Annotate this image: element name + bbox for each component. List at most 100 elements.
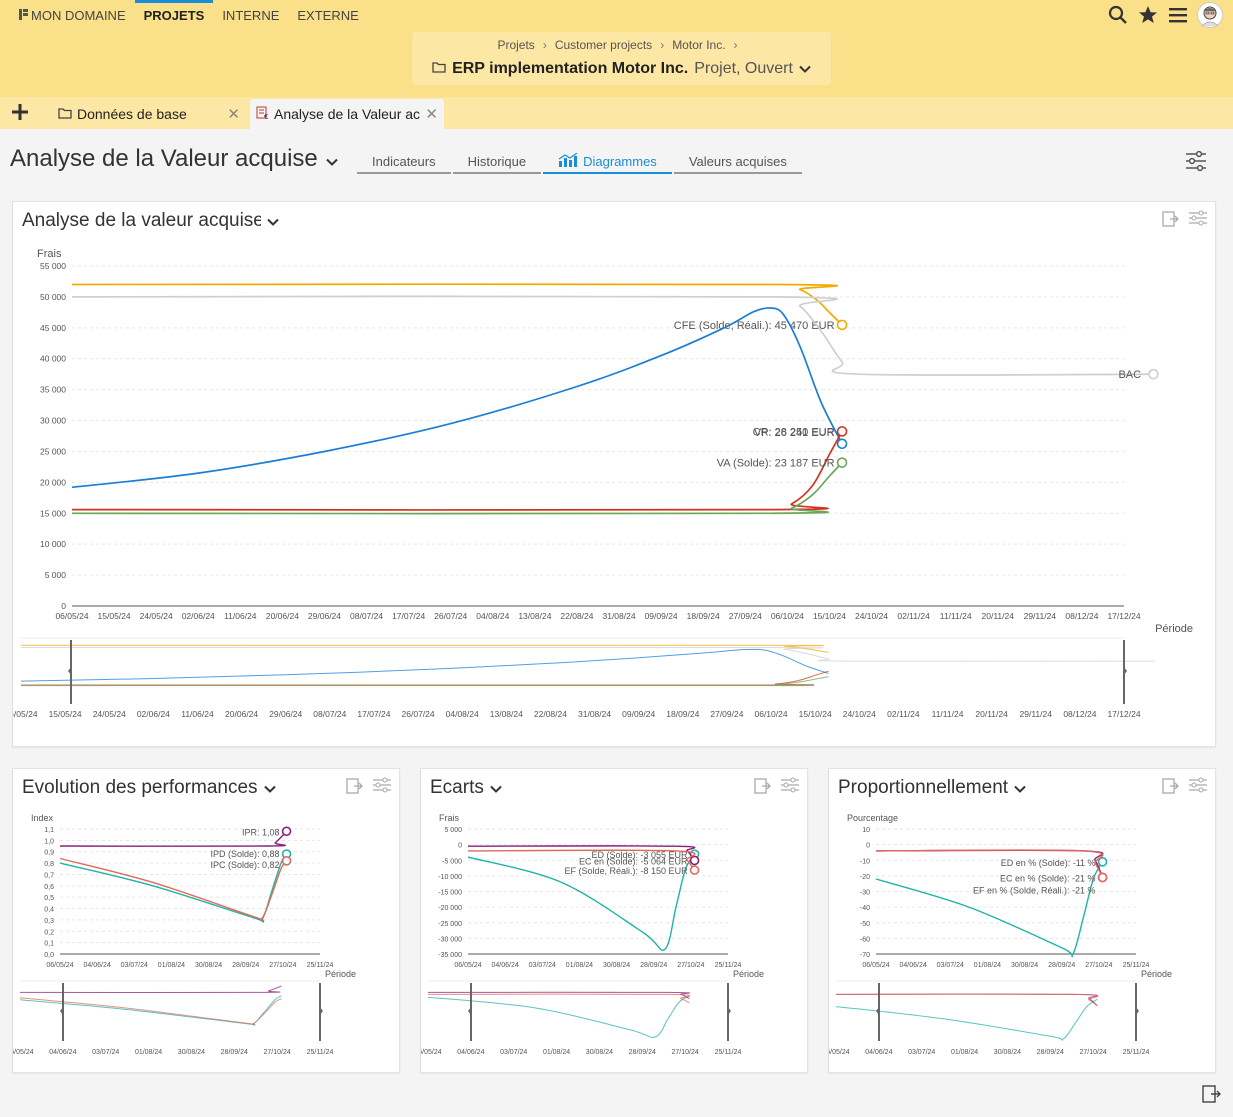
project-header: Projets › Customer projects › Motor Inc. › ER… [412,32,831,85]
performance-chart[interactable]: Index 0,0 0,1 0,2 0,3 0,4 0,5 0,6 0,7 0,8 0,9 1,0 1,… [13,769,401,1074]
x-axis-label: Période [1141,969,1172,979]
series-end-marker [836,438,848,450]
tab-label: Indicateurs [372,153,436,169]
report-icon: € [256,106,270,123]
breadcrumb-item[interactable]: Motor Inc. [672,38,725,52]
x-tick-label: 02/11/24 [897,611,930,621]
tab-indicators[interactable]: Indicateurs [357,150,451,174]
tab-earned-value[interactable]: € Analyse de la Valeur ac ✕ [250,99,444,129]
x-tick-label: 03/07/24 [529,962,556,969]
x-tick-label: 28/09/24 [640,962,667,969]
breadcrumb: Projets › Customer projects › Motor Inc. › [497,38,738,52]
tab-base-data[interactable]: Données de base ✕ [50,99,246,129]
y-tick-label: 0,8 [44,861,54,868]
page-title[interactable]: Analyse de la Valeur acquise [10,145,338,173]
y-tick-label: -25 000 [438,921,462,928]
navigator-x-tick-label: 20/06/24 [225,709,258,719]
navigator-x-tick-label: 25/11/24 [307,1049,334,1056]
tab-earned-values[interactable]: Valeurs acquises [673,150,802,174]
navigator-x-tick-label: 01/08/24 [543,1049,570,1056]
earned-value-chart-card: Analyse de la valeur acquise Frais 0 5 000… [12,201,1216,747]
navigator-x-tick-label: 18/09/24 [666,709,699,719]
navigator-x-tick-label: 25/11/24 [1123,1049,1150,1056]
navigator-x-tick-label: 29/06/24 [269,709,302,719]
nav-projects[interactable]: PROJETS [134,0,214,30]
project-title[interactable]: ERP implementation Motor Inc. Projet, Ou… [412,60,831,78]
y-tick-label: -20 000 [438,905,462,912]
y-axis-label: Index [31,813,54,823]
y-tick-label: -15 000 [438,890,462,897]
tab-history[interactable]: Historique [452,150,542,174]
y-tick-label: 0 [866,843,870,850]
navigator-series-line [427,995,690,1038]
x-tick-label: 27/09/24 [729,611,762,621]
navigator-series-line [19,985,282,993]
x-tick-label: 15/05/24 [98,611,131,621]
navigator-series-line [20,670,829,686]
breadcrumb-item[interactable]: Customer projects [555,38,652,52]
navigator-series-line [835,993,1099,1007]
y-tick-label: 45 000 [40,323,66,333]
navigator-series-line [835,998,1098,1041]
x-tick-label: 20/11/24 [982,611,1015,621]
y-tick-label: 40 000 [40,354,66,364]
navigator-series-line [427,991,691,1000]
navigator-x-tick-label: 30/08/24 [994,1049,1021,1056]
y-tick-label: 0,0 [44,952,54,959]
top-bar: MON DOMAINE PROJETS INTERNE EXTERNE Proj… [0,0,1233,97]
y-tick-label: 0,4 [44,907,54,914]
navigator-x-tick-label: 30/08/24 [178,1049,205,1056]
series-end-marker [836,319,848,331]
nav-external[interactable]: EXTERNE [288,0,367,30]
x-tick-label: 20/06/24 [266,611,299,621]
close-icon[interactable]: ✕ [227,105,240,123]
chevron-down-icon[interactable] [799,60,811,78]
navigator-x-tick-label: 02/06/24 [137,709,170,719]
handle-arrow-icon [728,1007,731,1015]
filter-settings-icon[interactable] [1185,150,1207,177]
close-icon[interactable]: ✕ [425,105,438,123]
data-label: ED en % (Solde): -11 % [1001,858,1096,868]
navigator-x-tick-label: 27/10/24 [672,1049,699,1056]
y-tick-label: 10 [862,827,870,834]
y-tick-label: 0 [61,601,66,611]
x-tick-label: 01/08/24 [566,962,593,969]
variances-chart[interactable]: Frais -35 000 -30 000 -25 000 -20 000 -15 000… [421,769,809,1074]
proportional-chart[interactable]: Pourcentage -70 -60 -50 -40 -30 -20 -10 0 10 06/05… [829,769,1217,1074]
x-tick-label: 25/11/24 [1123,962,1150,969]
search-icon[interactable] [1107,4,1129,26]
series-end-marker [836,426,848,437]
nav-label: INTERNE [222,8,280,23]
avatar[interactable] [1197,2,1223,28]
nav-my-domain[interactable]: MON DOMAINE [10,0,135,30]
navigator-x-tick-label: 20/11/24 [975,709,1008,719]
series-end-marker [281,826,292,837]
folder-icon [432,60,446,78]
menu-icon[interactable] [1167,4,1189,26]
navigator-x-tick-label: 09/09/24 [622,709,655,719]
y-tick-label: 0,5 [44,895,54,902]
navigator-x-tick-label: 06/05/24 [13,709,38,719]
add-tab-button[interactable] [11,103,29,121]
y-tick-label: 0,6 [44,884,54,891]
navigator-x-tick-label: 03/07/24 [92,1049,119,1056]
breadcrumb-item[interactable]: Projets [497,38,534,52]
nav-internal[interactable]: INTERNE [213,0,288,30]
tab-charts[interactable]: Diagrammes [543,150,672,174]
handle-arrow-icon [1136,1007,1139,1015]
y-tick-label: 1,1 [44,827,54,834]
y-tick-label: 50 000 [40,292,66,302]
x-tick-label: 25/11/24 [307,962,334,969]
data-label: EF (Solde, Réali.): -8 150 EUR [565,866,689,876]
earned-value-chart[interactable]: Frais 0 5 000 10 000 15 000 20 000 25 000 30 00… [13,202,1217,748]
data-label: EC en % (Solde): -21 % [1000,873,1096,883]
x-tick-label: 13/08/24 [518,611,551,621]
data-label: CR: 28 250 EUR [753,426,835,438]
star-icon[interactable] [1137,4,1159,26]
navigator-x-tick-label: 29/11/24 [1020,709,1053,719]
domain-icon [19,8,28,23]
chevron-down-icon[interactable] [326,145,338,173]
export-icon[interactable] [1201,1084,1221,1109]
x-tick-label: 08/12/24 [1065,611,1098,621]
y-axis-label: Frais [439,813,459,823]
